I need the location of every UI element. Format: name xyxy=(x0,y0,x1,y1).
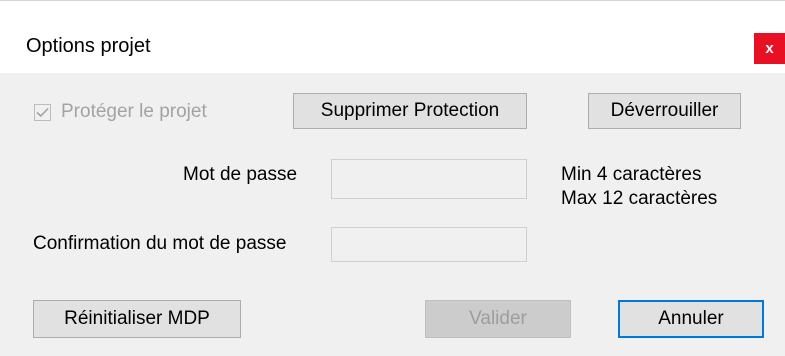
unlock-label: Déverrouiller xyxy=(610,100,719,121)
remove-protection-button[interactable]: Supprimer Protection xyxy=(293,93,527,129)
validate-button[interactable]: Valider xyxy=(425,300,571,338)
password-field[interactable] xyxy=(331,159,527,199)
checkbox-box[interactable] xyxy=(34,103,51,121)
reset-password-label: Réinitialiser MDP xyxy=(64,308,210,329)
remove-protection-label: Supprimer Protection xyxy=(320,100,500,121)
cancel-label: Annuler xyxy=(658,308,724,329)
confirm-password-label: Confirmation du mot de passe xyxy=(33,233,287,254)
checkmark-icon xyxy=(36,107,49,117)
password-hint-min: Min 4 caractères xyxy=(561,164,702,185)
cancel-button[interactable]: Annuler xyxy=(618,300,764,338)
reset-password-button[interactable]: Réinitialiser MDP xyxy=(33,300,241,338)
unlock-button[interactable]: Déverrouiller xyxy=(588,93,741,129)
protect-project-checkbox[interactable]: Protéger le projet xyxy=(34,101,207,123)
validate-label: Valider xyxy=(469,308,527,329)
confirm-password-field[interactable] xyxy=(331,227,527,262)
options-projet-dialog: Options projet x Protéger le projet Supp… xyxy=(0,0,785,356)
password-hint-max: Max 12 caractères xyxy=(561,188,718,209)
password-label: Mot de passe xyxy=(183,164,298,185)
close-icon: x xyxy=(765,40,774,57)
title-bar[interactable]: Options projet x xyxy=(0,0,785,73)
protect-project-label: Protéger le projet xyxy=(61,101,207,122)
close-button[interactable]: x xyxy=(754,33,785,64)
window-title: Options projet xyxy=(26,35,151,57)
